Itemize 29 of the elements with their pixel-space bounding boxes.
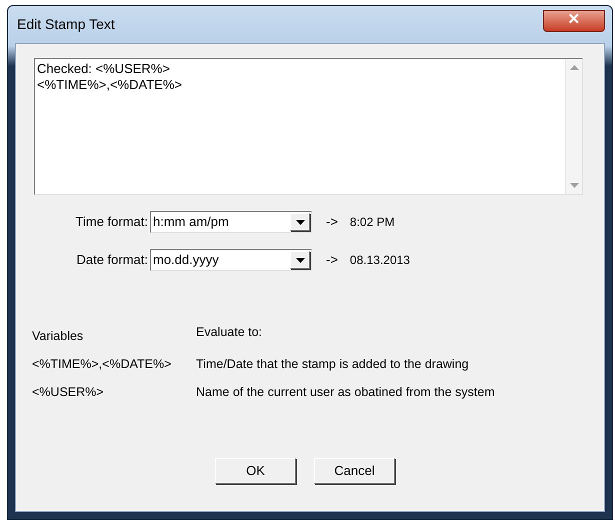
dropdown-button[interactable] (290, 251, 310, 269)
dialog-button[interactable]: OK (215, 458, 296, 484)
format-result: 08.13.2013 (350, 252, 410, 269)
dialog-button[interactable]: Cancel (314, 458, 395, 484)
stamp-text-line: <%TIME%>,<%DATE%> (37, 77, 182, 93)
variable-name: <%TIME%>,<%DATE%> (32, 356, 172, 373)
format-label: Date format: (75, 251, 149, 270)
window-title: Edit Stamp Text (17, 15, 115, 34)
scroll-down-icon[interactable] (570, 183, 578, 188)
stamp-text-line: Checked: <%USER%> (37, 61, 170, 77)
format-result: 8:02 PM (350, 214, 395, 231)
variable-name: <%USER%> (32, 384, 105, 400)
caret-icon (296, 258, 304, 262)
format-dropdown[interactable]: h:mm am/pm (150, 211, 312, 233)
caret-icon (296, 220, 304, 224)
dropdown-button[interactable] (290, 213, 310, 231)
column-heading: Variables (32, 328, 84, 345)
stamp-text-area[interactable]: Checked: <%USER%> <%TIME%>,<%DATE%> (34, 58, 583, 195)
arrow-text: -> (326, 213, 338, 232)
variable-description: Name of the current user as obatined from the system (196, 384, 496, 401)
scroll-up-icon[interactable] (570, 65, 578, 70)
arrow-text: -> (326, 251, 338, 270)
variable-description: Time/Date that the stamp is added to the drawing (196, 356, 470, 373)
dropdown-value: mo.dd.yyyy (152, 251, 220, 270)
dropdown-value: h:mm am/pm (152, 213, 230, 232)
format-dropdown[interactable]: mo.dd.yyyy (150, 249, 312, 271)
column-heading: Evaluate to: (196, 324, 264, 341)
format-label: Time format: (74, 213, 149, 232)
scrollbar[interactable] (565, 59, 582, 194)
